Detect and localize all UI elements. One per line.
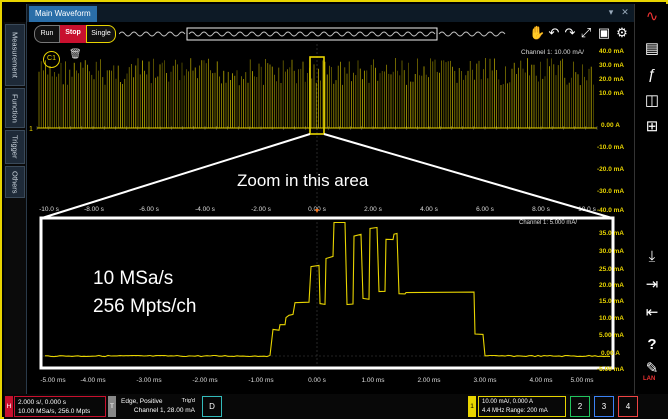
side-tab-strip: Measurement Function Trigger Others bbox=[4, 22, 26, 394]
measure-icon[interactable]: ⊞ bbox=[639, 116, 665, 138]
right-toolbar: ∿ ▤ ƒ ◫ ⊞ ⤓ ⇥ ⇤ ? ✎ LAN bbox=[634, 4, 668, 394]
trigger-type: Edge, Positive bbox=[121, 398, 163, 405]
export-icon[interactable]: ⇤ bbox=[639, 302, 665, 324]
status-bar: H 2.000 s/, 0.000 s 10.00 MSa/s, 256.0 M… bbox=[4, 394, 668, 419]
lower-x-label: -1.00 ms bbox=[248, 377, 274, 384]
lower-x-label: 0.00 s bbox=[308, 377, 326, 384]
horizontal-scale: 2.000 s/, 0.000 s bbox=[18, 399, 67, 406]
tab-trigger[interactable]: Trigger bbox=[5, 130, 25, 164]
lower-y-label: 5.00 mA bbox=[599, 332, 624, 339]
ch1-scale: 10.00 mA/, 0.000 A bbox=[482, 399, 534, 405]
lower-channel-readout: Channel 1: 5.000 mA/ bbox=[519, 220, 578, 226]
lower-zoom-waveform[interactable] bbox=[27, 4, 634, 394]
lower-y-label: 15.0 mA bbox=[599, 298, 624, 305]
lower-x-label: -5.00 ms bbox=[40, 377, 66, 384]
horizontal-settings[interactable]: 2.000 s/, 0.000 s 10.00 MSa/s, 256.0 Mpt… bbox=[14, 396, 106, 417]
lower-x-label: 5.00 ms bbox=[570, 377, 594, 384]
lower-x-label: -2.00 ms bbox=[192, 377, 218, 384]
status-indicator bbox=[644, 396, 666, 417]
lower-y-label: 0.00 A bbox=[601, 350, 620, 357]
main-waveform-window: Main Waveform ▾ ✕ Run Stop Single ✋ ↶ ↷ … bbox=[26, 4, 634, 394]
zoom-panel-frame bbox=[39, 216, 615, 370]
tab-function-label: Function bbox=[10, 93, 20, 123]
lower-x-label: 3.00 ms bbox=[473, 377, 497, 384]
tab-measurement[interactable]: Measurement bbox=[5, 24, 25, 86]
ch2-button[interactable]: 2 bbox=[570, 396, 590, 417]
ch1-status-marker: 1 bbox=[468, 396, 476, 417]
channels-icon[interactable]: ▤ bbox=[639, 38, 665, 60]
lan-status-label: LAN bbox=[643, 376, 656, 382]
lower-x-label: 2.00 ms bbox=[417, 377, 441, 384]
tab-others[interactable]: Others bbox=[5, 166, 25, 198]
ch4-button[interactable]: 4 bbox=[618, 396, 638, 417]
lower-y-label: -5.00 mA bbox=[597, 366, 625, 373]
lower-y-label: 10.0 mA bbox=[599, 315, 624, 322]
tab-function[interactable]: Function bbox=[5, 88, 25, 128]
help-icon[interactable]: ? bbox=[639, 334, 665, 356]
digital-button[interactable]: D bbox=[202, 396, 222, 417]
lower-y-label: 25.0 mA bbox=[599, 266, 624, 273]
lower-x-label: 4.00 ms bbox=[529, 377, 553, 384]
lower-x-label: 1.00 ms bbox=[361, 377, 385, 384]
app-frame: Measurement Function Trigger Others Main… bbox=[0, 0, 668, 419]
brand-logo-icon: ∿ bbox=[645, 8, 659, 25]
recall-icon[interactable]: ⇥ bbox=[639, 274, 665, 296]
tab-others-label: Others bbox=[10, 170, 20, 194]
horizontal-marker: H bbox=[5, 396, 13, 417]
lower-y-label: 20.0 mA bbox=[599, 282, 624, 289]
ch1-settings[interactable]: 10.00 mA/, 0.000 A 4.4 MHz Range: 200 mA bbox=[478, 396, 566, 417]
trigger-settings[interactable]: Edge, Positive Trig'd Channel 1, 28.00 mA bbox=[118, 396, 198, 417]
tab-measurement-label: Measurement bbox=[10, 32, 20, 78]
tab-trigger-label: Trigger bbox=[10, 135, 20, 159]
lower-x-label: -4.00 ms bbox=[80, 377, 106, 384]
horizontal-rate: 10.00 MSa/s, 256.0 Mpts bbox=[18, 408, 91, 415]
ch1-range: Range: 200 mA bbox=[506, 408, 548, 414]
ch3-button[interactable]: 3 bbox=[594, 396, 614, 417]
lower-y-label: 30.0 mA bbox=[599, 248, 624, 255]
save-download-icon[interactable]: ⤓ bbox=[639, 246, 665, 268]
sample-rate-annotation: 10 MSa/s bbox=[93, 268, 174, 289]
ch1-bandwidth: 4.4 MHz bbox=[482, 408, 505, 414]
trigger-marker: T bbox=[108, 396, 116, 417]
trigger-state: Trig'd bbox=[181, 398, 195, 404]
memory-depth-annotation: 256 Mpts/ch bbox=[93, 296, 197, 317]
trigger-source: Channel 1, 28.00 mA bbox=[133, 407, 195, 414]
window-layout-icon[interactable]: ◫ bbox=[639, 90, 665, 112]
lower-x-label: -3.00 ms bbox=[136, 377, 162, 384]
math-function-icon[interactable]: ƒ bbox=[639, 64, 665, 86]
lower-y-label: 35.0 mA bbox=[599, 230, 624, 237]
